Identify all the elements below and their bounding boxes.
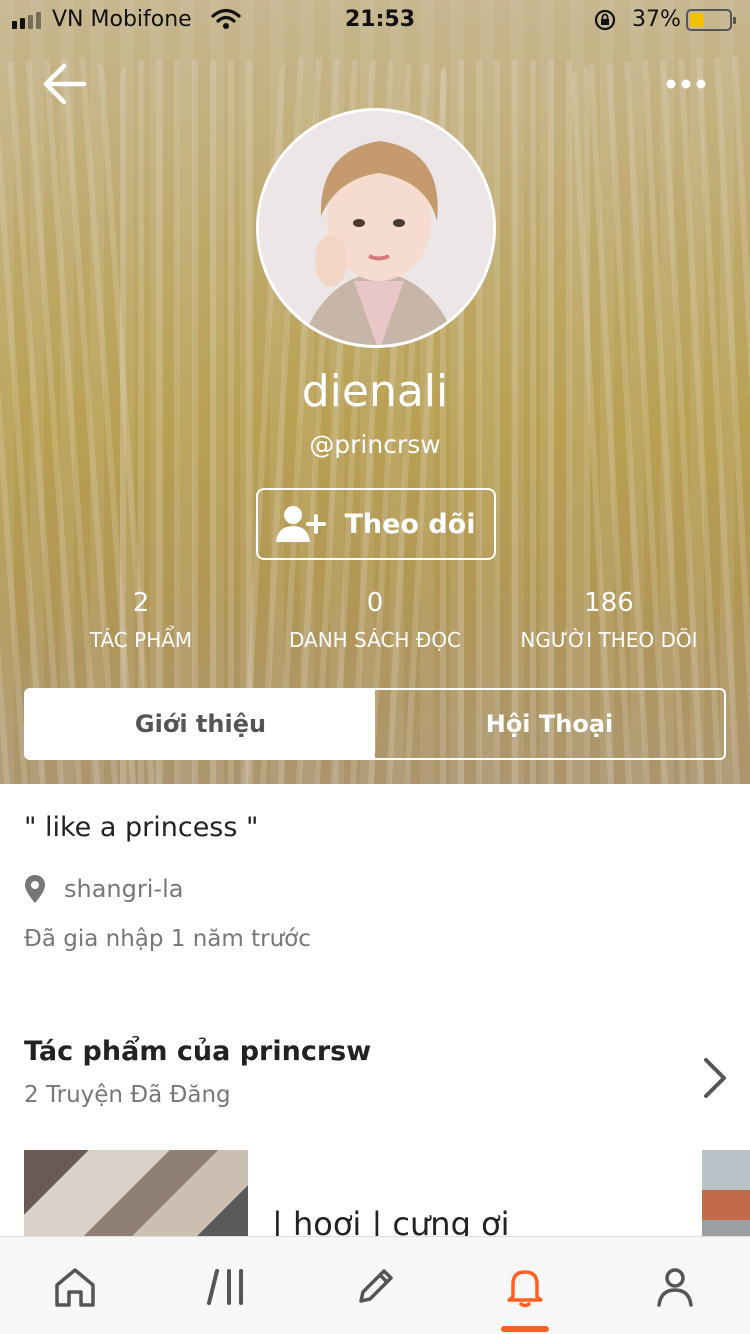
battery-percent: 37% <box>632 7 681 32</box>
book-cover[interactable] <box>24 1150 248 1250</box>
follow-label: Theo dõi <box>344 508 476 540</box>
signal-icon <box>12 12 41 29</box>
bottom-navigation <box>0 1236 750 1334</box>
status-bar: VN Mobifone 21:53 37% <box>0 0 750 40</box>
stat-value: 2 <box>132 588 150 618</box>
book-cover[interactable] <box>702 1150 750 1250</box>
location-text: shangri-la <box>64 875 184 903</box>
more-options-button[interactable] <box>664 70 708 98</box>
works-section-title[interactable]: Tác phẩm của princrsw <box>24 1036 371 1067</box>
username: @princrsw <box>309 430 441 459</box>
library-icon <box>207 1269 243 1305</box>
profile-bio: " like a princess " <box>24 812 259 843</box>
nav-library[interactable] <box>199 1259 255 1315</box>
stat-value: 0 <box>366 588 384 618</box>
battery-level <box>690 13 704 27</box>
profile-location: shangri-la <box>24 874 183 904</box>
avatar-image <box>259 111 493 345</box>
nav-profile[interactable] <box>647 1259 703 1315</box>
back-button[interactable] <box>40 62 88 106</box>
stat-label: DANH SÁCH ĐỌC <box>288 628 462 652</box>
stat-label: TÁC PHẨM <box>89 628 193 652</box>
avatar[interactable] <box>256 108 496 348</box>
stat-reading-lists[interactable]: 0 DANH SÁCH ĐỌC <box>270 588 480 652</box>
nav-write[interactable] <box>347 1259 403 1315</box>
joined-date: Đã gia nhập 1 năm trước <box>24 926 311 952</box>
display-name: dienali <box>301 366 449 417</box>
arrow-left-icon <box>43 63 87 105</box>
profile-tabs: Giới thiệu Hội Thoại <box>24 688 726 760</box>
stat-works[interactable]: 2 TÁC PHẨM <box>60 588 222 652</box>
works-count: 2 Truyện Đã Đăng <box>24 1082 231 1108</box>
carrier-name: VN Mobifone <box>52 7 192 32</box>
stat-followers[interactable]: 186 NGƯỜI THEO DÕI <box>508 588 710 652</box>
nav-notifications[interactable] <box>497 1259 553 1315</box>
more-horizontal-icon <box>666 79 706 89</box>
works-see-all-button[interactable] <box>700 1054 730 1102</box>
battery-icon <box>686 9 736 31</box>
clock: 21:53 <box>345 7 416 32</box>
location-pin-icon <box>25 875 45 903</box>
nav-home[interactable] <box>47 1259 103 1315</box>
notifications-icon <box>507 1270 543 1308</box>
rotation-lock-icon <box>593 8 617 38</box>
person-add-icon <box>276 506 327 542</box>
write-icon <box>359 1269 393 1303</box>
follow-button[interactable]: Theo dõi <box>256 488 496 560</box>
wifi-icon <box>211 8 241 36</box>
chevron-right-icon <box>704 1058 726 1098</box>
stat-label: NGƯỜI THEO DÕI <box>520 628 698 652</box>
home-icon <box>55 1268 95 1307</box>
profile-icon <box>657 1268 693 1307</box>
tab-about[interactable]: Giới thiệu <box>26 690 375 758</box>
stat-value: 186 <box>584 588 634 618</box>
tab-conversations[interactable]: Hội Thoại <box>375 690 724 758</box>
active-tab-indicator <box>501 1326 549 1332</box>
